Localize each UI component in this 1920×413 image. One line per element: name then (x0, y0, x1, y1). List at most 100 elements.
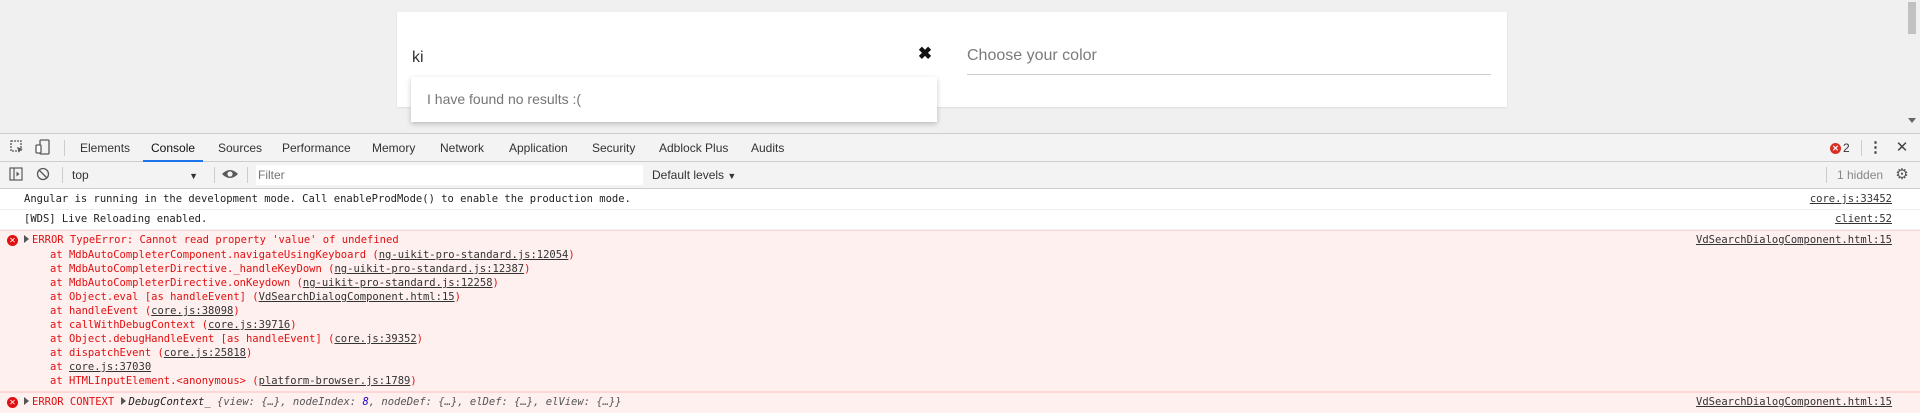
tab-separator (1861, 140, 1862, 156)
sidebar-toggle-icon[interactable] (8, 167, 24, 183)
error-header[interactable]: ERROR TypeError: Cannot read property 'v… (24, 234, 399, 246)
error-count-icon[interactable]: ✕ (1830, 143, 1841, 154)
tab-console[interactable]: Console (143, 134, 204, 162)
stack-frame-text: at Object.debugHandleEvent [as handleEve… (50, 333, 335, 345)
stack-frame: at MdbAutoCompleterComponent.navigateUsi… (50, 248, 575, 262)
message-text: [WDS] Live Reloading enabled. (24, 213, 208, 225)
context-select-value: top (72, 168, 89, 182)
stack-frame-text: at MdbAutoCompleterDirective.onKeydown ( (50, 277, 303, 289)
tab-elements[interactable]: Elements (72, 134, 138, 162)
stack-frame-link[interactable]: core.js:37030 (69, 361, 151, 373)
stack-frame-suffix: ) (454, 291, 461, 303)
console-log: Angular is running in the development mo… (0, 190, 1920, 413)
color-select-placeholder: Choose your color (967, 47, 1097, 64)
stack-frame: at dispatchEvent (core.js:25818) (50, 346, 575, 360)
page-scrollbar[interactable] (1903, 0, 1920, 133)
console-message: Angular is running in the development mo… (0, 190, 1920, 210)
stack-frame-text: at callWithDebugContext ( (50, 319, 209, 331)
stack-trace: at MdbAutoCompleterComponent.navigateUsi… (50, 248, 575, 388)
stack-frame-link[interactable]: core.js:39716 (208, 319, 290, 331)
error-icon: ✕ (7, 397, 18, 408)
tab-sources[interactable]: Sources (210, 134, 270, 162)
context-select[interactable]: top ▼ (72, 166, 202, 184)
expand-triangle-icon[interactable] (24, 235, 29, 243)
console-error-message: ✕ ERROR TypeError: Cannot read property … (0, 230, 1920, 392)
caret-down-icon: ▼ (727, 171, 737, 181)
tab-audits[interactable]: Audits (743, 134, 792, 162)
error-label: ERROR CONTEXT (32, 396, 115, 408)
stack-frame: at handleEvent (core.js:38098) (50, 304, 575, 318)
debug-context-name: DebugContext_ (128, 396, 211, 408)
color-select[interactable]: Choose your color (967, 45, 1491, 75)
stack-frame: at Object.eval [as handleEvent] (VdSearc… (50, 290, 575, 304)
stack-frame-suffix: ) (245, 347, 253, 359)
filter-input[interactable] (256, 165, 643, 185)
clear-icon[interactable]: ✖ (916, 42, 934, 66)
error-text: ERROR TypeError: Cannot read property 'v… (32, 234, 399, 246)
toolbar-separator (214, 167, 215, 183)
stack-frame-suffix: ) (568, 249, 575, 261)
clear-console-icon[interactable] (35, 167, 51, 183)
stack-frame-text: at (50, 361, 69, 373)
page-scrollbar-thumb[interactable] (1908, 2, 1916, 34)
tab-performance[interactable]: Performance (274, 134, 359, 162)
message-text: Angular is running in the development mo… (24, 193, 631, 205)
close-devtools-icon[interactable]: ✕ (1894, 139, 1910, 157)
tab-memory[interactable]: Memory (364, 134, 423, 162)
stack-frame: at MdbAutoCompleterDirective._handleKeyD… (50, 262, 575, 276)
scroll-down-arrow-icon[interactable] (1908, 118, 1916, 123)
console-toolbar: top ▼ Default levels ▼ 1 hidden ⚙ (0, 162, 1920, 189)
page-viewport: ✖ Choose your color I have found no resu… (0, 0, 1920, 133)
caret-down-icon: ▼ (189, 171, 198, 181)
stack-frame-link[interactable]: VdSearchDialogComponent.html:15 (259, 291, 455, 303)
stack-frame: at MdbAutoCompleterDirective.onKeydown (… (50, 276, 575, 290)
stack-frame-link[interactable]: platform-browser.js:1789 (259, 375, 411, 387)
stack-frame-text: at dispatchEvent ( (50, 347, 164, 359)
stack-frame: at Object.debugHandleEvent [as handleEve… (50, 332, 575, 346)
toolbar-separator (1826, 167, 1827, 183)
device-toolbar-icon[interactable] (34, 139, 52, 157)
search-input[interactable] (412, 45, 937, 71)
devtools-tabbar: Elements Console Sources Performance Mem… (0, 134, 1920, 162)
source-link[interactable]: core.js:33452 (1810, 193, 1892, 205)
tab-separator (64, 140, 65, 156)
stack-frame-link[interactable]: ng-uikit-pro-standard.js:12387 (334, 263, 524, 275)
no-results-text: I have found no results :( (427, 91, 582, 107)
source-link[interactable]: client:52 (1835, 213, 1892, 225)
tab-security[interactable]: Security (584, 134, 643, 162)
stack-frame-link[interactable]: core.js:25818 (164, 347, 246, 359)
error-header[interactable]: ERROR CONTEXT DebugContext_ {view: {…}, … (24, 396, 622, 408)
source-link[interactable]: VdSearchDialogComponent.html:15 (1696, 396, 1892, 408)
stack-frame-text: at MdbAutoCompleterComponent.navigateUsi… (50, 249, 379, 261)
stack-frame-link[interactable]: ng-uikit-pro-standard.js:12258 (303, 277, 493, 289)
log-levels-label: Default levels (652, 168, 725, 182)
stack-frame: at HTMLInputElement.<anonymous> (platfor… (50, 374, 575, 388)
autocomplete-dropdown: I have found no results :( (411, 77, 937, 122)
stack-frame-suffix: ) (492, 277, 499, 289)
inspect-element-icon[interactable] (8, 139, 26, 157)
stack-frame-text: at handleEvent ( (50, 305, 152, 317)
stack-frame-suffix: ) (410, 375, 417, 387)
tab-network[interactable]: Network (432, 134, 492, 162)
stack-frame-text: at HTMLInputElement.<anonymous> ( (50, 375, 259, 387)
stack-frame-suffix: ) (524, 263, 531, 275)
stack-frame: at core.js:37030 (50, 360, 575, 374)
more-options-icon[interactable]: ⋮ (1868, 139, 1883, 157)
expand-triangle-icon[interactable] (120, 397, 126, 405)
tab-adblock-plus[interactable]: Adblock Plus (651, 134, 736, 162)
source-link[interactable]: VdSearchDialogComponent.html:15 (1696, 234, 1892, 246)
log-levels-select[interactable]: Default levels ▼ (652, 166, 736, 184)
eye-icon[interactable] (220, 167, 240, 183)
stack-frame-suffix: ) (416, 333, 423, 345)
toolbar-separator (62, 167, 63, 183)
stack-frame: at callWithDebugContext (core.js:39716) (50, 318, 575, 332)
expand-triangle-icon[interactable] (24, 397, 29, 405)
console-error-message: ✕ ERROR CONTEXT DebugContext_ {view: {…}… (0, 392, 1920, 413)
error-count[interactable]: 2 (1843, 134, 1850, 162)
stack-frame-link[interactable]: core.js:38098 (151, 305, 233, 317)
context-object-end: , nodeDef: {…}, elDef: {…}, elView: {…}} (368, 396, 622, 408)
console-settings-gear-icon[interactable]: ⚙ (1893, 166, 1911, 184)
tab-application[interactable]: Application (501, 134, 576, 162)
stack-frame-link[interactable]: core.js:39352 (334, 333, 416, 345)
stack-frame-link[interactable]: ng-uikit-pro-standard.js:12054 (379, 249, 569, 261)
